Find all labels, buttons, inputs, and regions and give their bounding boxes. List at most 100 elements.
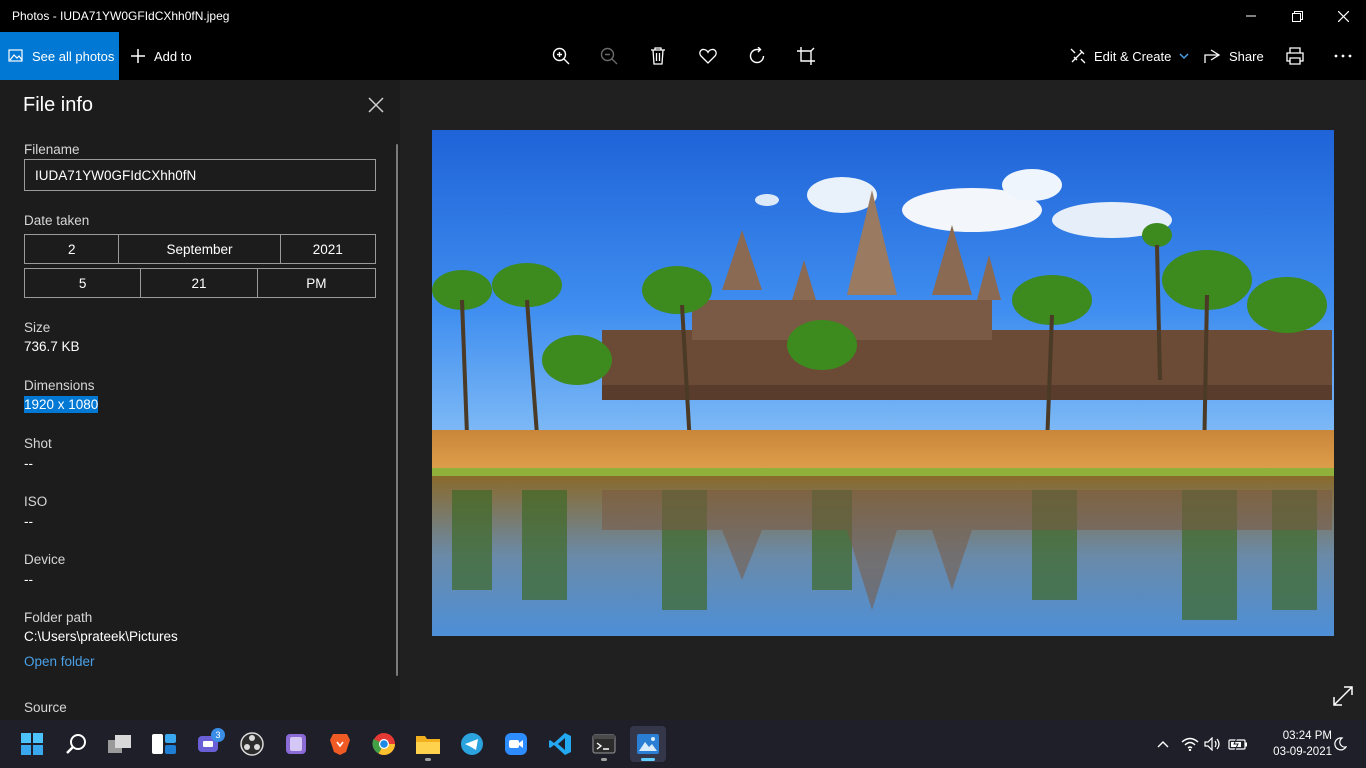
focus-assist-button[interactable]: [1330, 734, 1350, 754]
minimize-icon: [1246, 15, 1256, 17]
source-label: Source: [24, 700, 67, 715]
vscode-icon: [549, 733, 571, 755]
app-toolbar: See all photos Add to Edit & Create Shar…: [0, 32, 1366, 80]
iso-value: --: [24, 514, 33, 529]
folder-path-value: C:\Users\prateek\Pictures: [24, 629, 178, 644]
system-clock[interactable]: 03:24 PM 03-09-2021: [1252, 728, 1332, 760]
window-title: Photos - IUDA71YW0GFIdCXhh0fN.jpeg: [12, 9, 230, 23]
open-folder-link[interactable]: Open folder: [24, 654, 95, 669]
edit-icon: [1070, 48, 1086, 64]
time-hour[interactable]: 5: [25, 269, 142, 297]
moon-icon: [1334, 737, 1347, 751]
favorite-button[interactable]: [696, 44, 720, 68]
taskbar: 3 03:24 PM 03-09-2021: [0, 720, 1366, 768]
date-year[interactable]: 2021: [281, 235, 375, 263]
print-button[interactable]: [1283, 44, 1307, 68]
see-all-photos-button[interactable]: See all photos: [0, 32, 119, 80]
zoom-in-button[interactable]: [549, 44, 573, 68]
search-icon: [66, 734, 86, 754]
plus-icon: [131, 49, 145, 63]
wifi-button[interactable]: [1180, 734, 1200, 754]
photo-viewer: [400, 80, 1366, 720]
terminal-button[interactable]: [586, 726, 622, 762]
zoom-video-icon: [505, 733, 527, 755]
share-button[interactable]: Share: [1204, 32, 1264, 80]
clock-time: 03:24 PM: [1282, 730, 1332, 742]
share-icon: [1204, 48, 1221, 63]
chat-badge: 3: [211, 728, 225, 742]
brave-lion-icon: [330, 734, 350, 755]
title-bar: Photos - IUDA71YW0GFIdCXhh0fN.jpeg: [0, 0, 1366, 32]
device-value: --: [24, 572, 33, 587]
photos-icon: [8, 49, 23, 62]
clock-date: 03-09-2021: [1273, 746, 1332, 758]
panel-scrollbar[interactable]: [396, 144, 398, 676]
terminal-icon: [592, 734, 616, 754]
date-picker[interactable]: 2 September 2021: [24, 234, 376, 264]
dimensions-label: Dimensions: [24, 378, 95, 393]
folder-icon: [416, 736, 440, 754]
filename-label: Filename: [24, 142, 80, 157]
printer-icon: [1286, 47, 1304, 65]
file-info-panel: File info Filename IUDA71YW0GFIdCXhh0fN …: [0, 80, 400, 720]
telegram-icon: [461, 733, 483, 755]
start-button[interactable]: [14, 726, 50, 762]
running-indicator: [425, 758, 431, 761]
chrome-icon: [372, 733, 395, 755]
crop-button[interactable]: [794, 44, 818, 68]
filename-input[interactable]: IUDA71YW0GFIdCXhh0fN: [24, 159, 376, 191]
brave-browser-button[interactable]: [322, 726, 358, 762]
zoom-out-icon: [600, 47, 618, 65]
fullscreen-button[interactable]: [1332, 685, 1354, 707]
panel-title: File info: [23, 94, 94, 116]
chrome-button[interactable]: [366, 726, 402, 762]
date-day[interactable]: 2: [25, 235, 120, 263]
close-panel-button[interactable]: [366, 95, 386, 115]
close-window-button[interactable]: [1320, 0, 1366, 32]
zoom-out-button[interactable]: [597, 44, 621, 68]
see-all-photos-label: See all photos: [32, 48, 115, 64]
time-picker[interactable]: 5 21 PM: [24, 268, 376, 298]
app-button-purple[interactable]: [278, 726, 314, 762]
app-purple-icon: [286, 734, 306, 754]
restore-button[interactable]: [1274, 0, 1320, 32]
photos-app-icon: [637, 734, 659, 754]
date-taken-label: Date taken: [24, 213, 90, 228]
edit-create-label: Edit & Create: [1094, 48, 1172, 64]
teams-chat-button[interactable]: 3: [190, 726, 226, 762]
iso-label: ISO: [24, 494, 48, 509]
volume-button[interactable]: [1203, 734, 1223, 754]
add-to-label: Add to: [154, 48, 192, 64]
telegram-button[interactable]: [454, 726, 490, 762]
task-view-button[interactable]: [102, 726, 138, 762]
more-options-button[interactable]: [1331, 44, 1355, 68]
windows-logo-icon: [21, 733, 43, 755]
file-explorer-button[interactable]: [410, 726, 446, 762]
photo-image[interactable]: [432, 130, 1334, 636]
minimize-button[interactable]: [1228, 0, 1274, 32]
photos-app-button[interactable]: [630, 726, 666, 762]
date-month[interactable]: September: [119, 235, 281, 263]
widgets-button[interactable]: [146, 726, 182, 762]
rotate-button[interactable]: [745, 44, 769, 68]
delete-button[interactable]: [646, 44, 670, 68]
time-minute[interactable]: 21: [141, 269, 258, 297]
add-to-button[interactable]: Add to: [130, 32, 192, 80]
wifi-icon: [1181, 737, 1199, 751]
dimensions-value: 1920 x 1080: [24, 396, 99, 413]
search-button[interactable]: [58, 726, 94, 762]
trash-icon: [651, 47, 665, 65]
edit-create-button[interactable]: Edit & Create: [1070, 32, 1189, 80]
show-hidden-icons-button[interactable]: [1153, 734, 1173, 754]
chevron-up-icon: [1157, 741, 1169, 748]
temple-photo: [432, 130, 1334, 636]
obs-button[interactable]: [234, 726, 270, 762]
obs-icon: [240, 732, 264, 756]
size-value: 736.7 KB: [24, 339, 80, 354]
heart-icon: [699, 48, 717, 64]
zoom-meetings-button[interactable]: [498, 726, 534, 762]
close-icon: [1337, 10, 1349, 22]
time-ampm[interactable]: PM: [258, 269, 375, 297]
vscode-button[interactable]: [542, 726, 578, 762]
battery-button[interactable]: [1228, 734, 1248, 754]
